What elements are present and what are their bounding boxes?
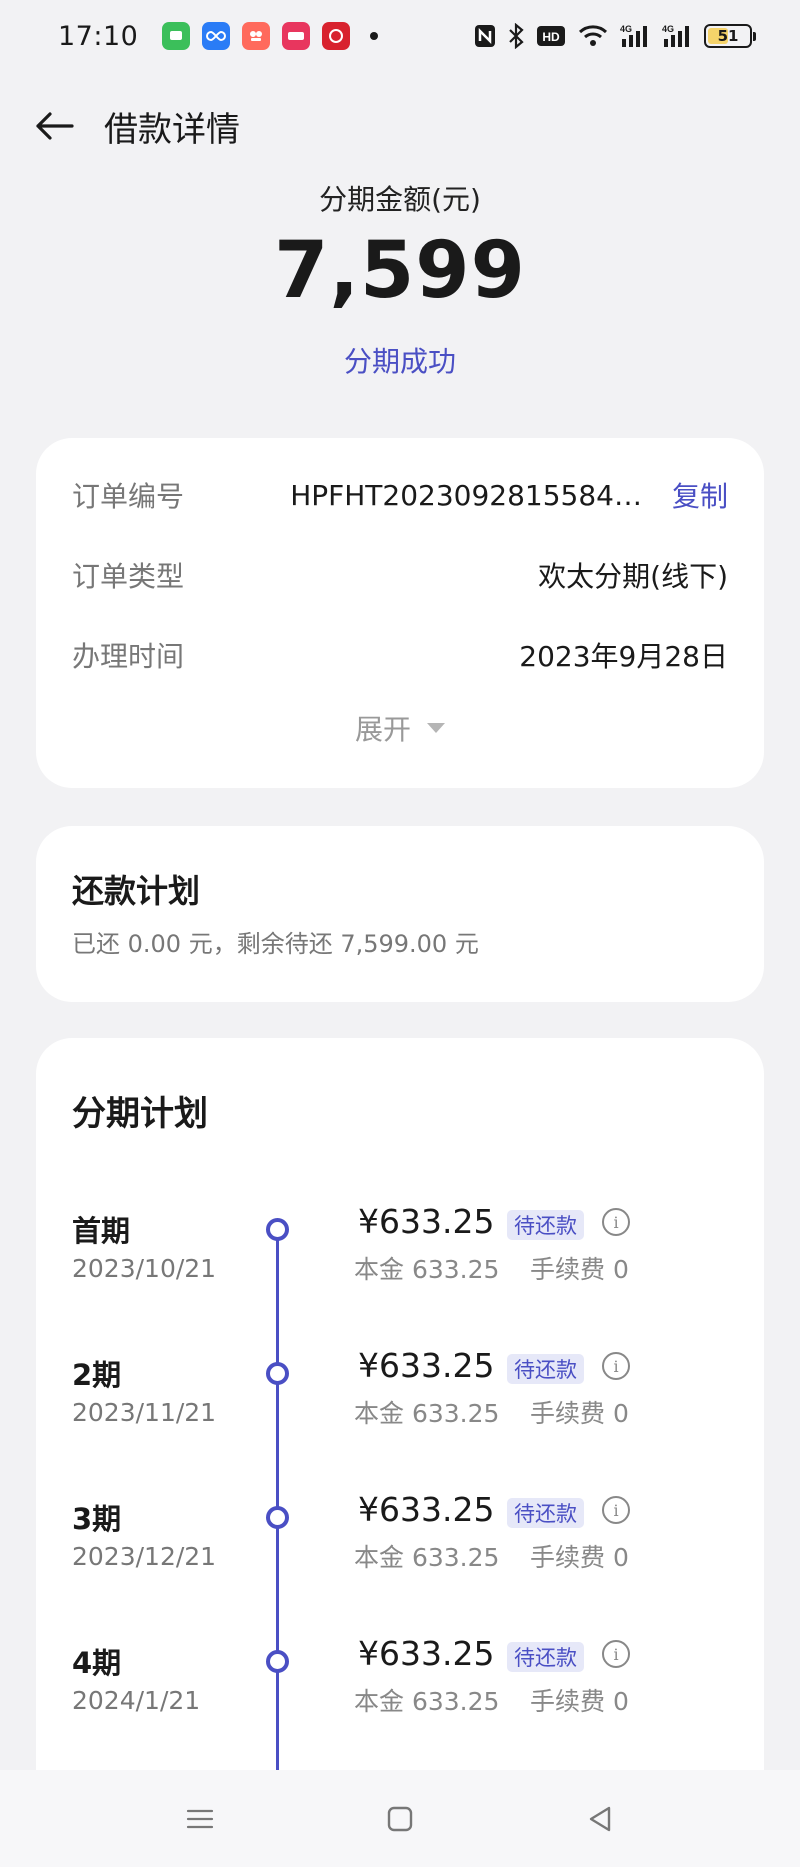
order-number-row: 订单编号 HPFHT2023092815584… 复制 <box>72 470 728 520</box>
search-app-icon <box>282 22 311 50</box>
status-time: 17:10 <box>58 20 139 52</box>
back-nav-button[interactable] <box>580 1799 620 1839</box>
process-time-row: 办理时间 2023年9月28日 <box>72 630 728 680</box>
menu-nav-button[interactable] <box>180 1799 220 1839</box>
caret-down-icon <box>427 723 445 733</box>
order-number-value: HPFHT2023092815584… <box>290 478 642 512</box>
installment-amount: 7,599 <box>274 226 526 316</box>
loan-summary: 分期金额(元) 7,599 分期成功 <box>0 178 800 380</box>
triangle-back-icon <box>589 1806 611 1831</box>
signal-4g-icon: 4G <box>620 23 650 49</box>
installment-amount: ¥633.25 <box>358 1202 495 1241</box>
installment-date: 2023/12/21 <box>72 1542 217 1571</box>
camera-app-icon <box>242 22 271 50</box>
installment-date: 2024/1/21 <box>72 1686 201 1715</box>
order-number-label: 订单编号 <box>72 480 185 513</box>
installment-amount: ¥633.25 <box>358 1346 495 1385</box>
installment-date: 2023/10/21 <box>72 1254 217 1283</box>
order-info-card: 订单编号 HPFHT2023092815584… 复制 订单类型 欢太分期(线下… <box>36 438 764 788</box>
page-title: 借款详情 <box>104 109 240 150</box>
installment-name: 4期 <box>72 1646 122 1680</box>
shopping-app-icon <box>322 22 351 50</box>
installment-amount: ¥633.25 <box>358 1634 495 1673</box>
installment-name: 2期 <box>72 1358 122 1392</box>
order-type-row: 订单类型 欢太分期(线下) <box>72 550 728 600</box>
nfc-icon <box>474 24 496 48</box>
repayment-plan-subtitle: 已还 0.00 元，剩余待还 7,599.00 元 <box>72 930 479 958</box>
expand-label: 展开 <box>354 713 411 746</box>
info-icon[interactable]: i <box>602 1352 630 1380</box>
amount-label: 分期金额(元) <box>319 183 481 216</box>
installment-status: 分期成功 <box>343 345 456 378</box>
installment-fee: 手续费 0 <box>530 1687 629 1716</box>
timeline-dot <box>266 1650 289 1673</box>
installment-date: 2023/11/21 <box>72 1398 217 1427</box>
status-badge: 待还款 <box>507 1498 584 1528</box>
wifi-icon <box>578 24 608 48</box>
installment-fee: 手续费 0 <box>530 1255 629 1284</box>
timeline-dot <box>266 1218 289 1241</box>
info-icon[interactable]: i <box>602 1208 630 1236</box>
timeline-dot <box>266 1506 289 1529</box>
installment-schedule-card: 分期计划 首期 2023/10/21 ¥633.25 待还款 i 本金 633.… <box>36 1038 764 1867</box>
bluetooth-icon <box>508 23 524 49</box>
order-type-value: 欢太分期(线下) <box>538 560 728 593</box>
network-type-label: 4G <box>662 24 674 34</box>
back-button[interactable] <box>32 104 76 148</box>
copy-button[interactable]: 复制 <box>672 475 728 515</box>
network-type-label: 4G <box>620 24 632 34</box>
installment-row: 首期 2023/10/21 ¥633.25 待还款 i 本金 633.25 手续… <box>36 1202 764 1308</box>
installment-fee: 手续费 0 <box>530 1399 629 1428</box>
installment-name: 首期 <box>72 1214 131 1248</box>
info-icon[interactable]: i <box>602 1640 630 1668</box>
timeline-dot <box>266 1362 289 1385</box>
installment-fee: 手续费 0 <box>530 1543 629 1572</box>
installment-amount: ¥633.25 <box>358 1490 495 1529</box>
info-icon[interactable]: i <box>602 1496 630 1524</box>
schedule-title: 分期计划 <box>72 1094 208 1134</box>
status-badge: 待还款 <box>507 1354 584 1384</box>
repayment-plan-card[interactable]: 还款计划 已还 0.00 元，剩余待还 7,599.00 元 <box>36 826 764 1002</box>
installment-principal: 本金 633.25 <box>354 1399 500 1428</box>
infinity-app-icon <box>202 22 231 50</box>
menu-icon <box>186 1809 214 1828</box>
installment-principal: 本金 633.25 <box>354 1687 500 1716</box>
status-bar: 17:10 HD 4G 4G 51 <box>0 0 800 72</box>
process-time-value: 2023年9月28日 <box>519 640 728 673</box>
square-home-icon <box>387 1806 413 1831</box>
repayment-plan-title: 还款计划 <box>72 872 201 910</box>
order-type-label: 订单类型 <box>72 560 185 593</box>
arrow-left-icon <box>36 112 74 140</box>
system-icons: HD 4G 4G 51 <box>474 23 756 49</box>
hd-label: HD <box>542 30 560 44</box>
system-nav-bar <box>0 1770 800 1867</box>
process-time-label: 办理时间 <box>72 640 185 673</box>
hd-voice-icon: HD <box>536 24 566 48</box>
installment-row: 3期 2023/12/21 ¥633.25 待还款 i 本金 633.25 手续… <box>36 1490 764 1596</box>
installment-row: 2期 2023/11/21 ¥633.25 待还款 i 本金 633.25 手续… <box>36 1346 764 1452</box>
installment-principal: 本金 633.25 <box>354 1543 500 1572</box>
notification-icons <box>162 22 379 50</box>
more-notifications-dot <box>370 32 379 40</box>
battery-level: 51 <box>717 27 739 45</box>
expand-button[interactable]: 展开 <box>36 708 764 748</box>
home-nav-button[interactable] <box>380 1799 420 1839</box>
status-badge: 待还款 <box>507 1210 584 1240</box>
status-badge: 待还款 <box>507 1642 584 1672</box>
installment-row: 4期 2024/1/21 ¥633.25 待还款 i 本金 633.25 手续费… <box>36 1634 764 1740</box>
installment-name: 3期 <box>72 1502 122 1536</box>
header: 借款详情 <box>0 90 800 162</box>
signal-4g-icon: 4G <box>662 23 692 49</box>
installment-principal: 本金 633.25 <box>354 1255 500 1284</box>
messages-icon <box>162 22 191 50</box>
battery-icon: 51 <box>704 24 756 48</box>
